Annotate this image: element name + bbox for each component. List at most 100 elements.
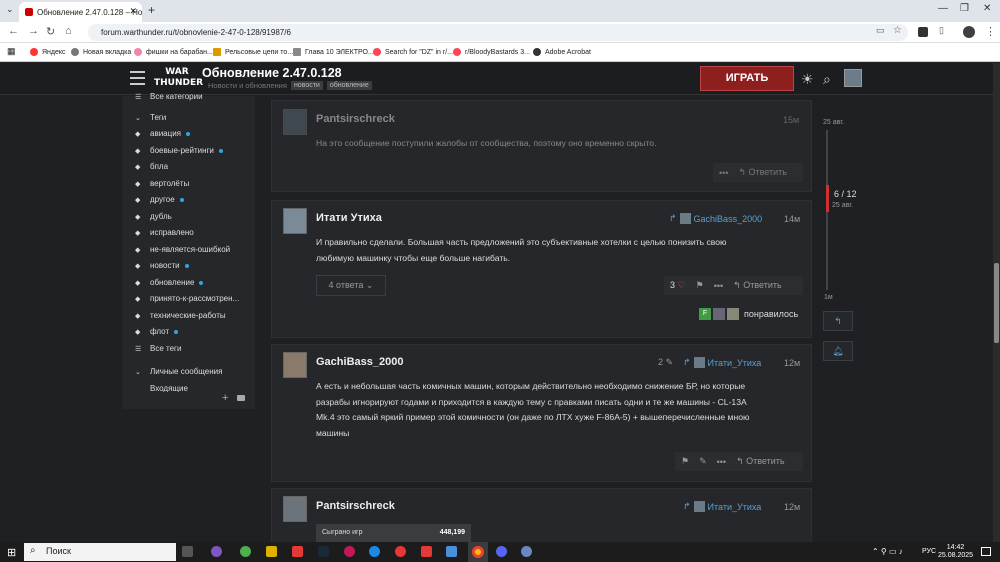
flag-icon[interactable]: ⚑	[696, 280, 704, 291]
sidebar-item-all-tags[interactable]: ☰ Все теги	[135, 344, 181, 353]
bookmark-item[interactable]: фишки на барабан...	[134, 48, 213, 56]
yandex-browser-icon[interactable]	[292, 546, 303, 557]
avatar[interactable]	[283, 208, 307, 234]
discord-icon[interactable]	[496, 546, 507, 557]
bookmark-star-icon[interactable]: ☆	[893, 25, 902, 36]
sidebar-section-tags[interactable]: ⌄ Теги	[135, 113, 166, 122]
file-explorer-icon[interactable]	[266, 546, 277, 557]
browser-menu-icon[interactable]: ⋮	[985, 25, 996, 38]
install-app-icon[interactable]: ▭	[876, 25, 885, 36]
maximize-icon[interactable]: ❐	[960, 3, 969, 14]
clock[interactable]: 14:42 25.08.2025	[938, 544, 973, 560]
war-thunder-logo[interactable]: WAR THUNDER	[154, 67, 203, 91]
app-icon[interactable]	[446, 546, 457, 557]
avatar[interactable]	[283, 496, 307, 522]
more-icon[interactable]: •••	[714, 281, 723, 291]
edit-icon[interactable]: ✎	[699, 456, 707, 467]
bookmark-item[interactable]: Новая вкладка	[71, 48, 131, 56]
back-to-top-icon[interactable]: ↰	[823, 311, 853, 331]
add-icon[interactable]: +	[222, 392, 228, 404]
user-avatar[interactable]	[844, 69, 862, 87]
back-icon[interactable]: ←	[8, 25, 19, 37]
topic-title[interactable]: Обновление 2.47.0.128	[202, 66, 342, 80]
sidebar-tag[interactable]: ◆ исправлено	[135, 228, 194, 237]
post-author[interactable]: Pantsirschreck	[316, 113, 395, 125]
app-icon[interactable]	[211, 546, 222, 557]
extension-icon[interactable]	[918, 27, 928, 37]
opera-gx-icon[interactable]	[395, 546, 406, 557]
notification-bell-icon[interactable]: 🔔︎	[823, 341, 853, 361]
new-tab-icon[interactable]: +	[148, 3, 155, 17]
post-time[interactable]: 14м	[784, 214, 800, 224]
side-panel-icon[interactable]: ▯	[939, 25, 944, 36]
reply-button[interactable]: ↰ Ответить	[736, 456, 785, 467]
notifications-icon[interactable]	[981, 547, 991, 556]
reply-button[interactable]: ↰ Ответить	[733, 280, 782, 291]
opera-icon[interactable]	[344, 546, 355, 557]
reply-button[interactable]: ↰ Ответить	[738, 167, 787, 178]
sidebar-tag[interactable]: ◆ технические-работы	[135, 311, 226, 320]
edit-history-button[interactable]: 2 ✎	[658, 357, 673, 368]
close-tab-icon[interactable]: ✕	[129, 6, 137, 17]
minimize-icon[interactable]: —	[938, 3, 948, 14]
sidebar-tag[interactable]: ◆ принято-к-рассмотрен...	[135, 294, 239, 303]
post-author[interactable]: Pantsirschreck	[316, 500, 395, 512]
sidebar-item-inbox[interactable]: Входящие	[150, 384, 188, 392]
post-author[interactable]: Итати Утиха	[316, 212, 382, 224]
post-time[interactable]: 12м	[784, 502, 800, 512]
more-icon[interactable]: •••	[719, 168, 728, 178]
chrome-icon[interactable]	[468, 542, 488, 562]
reply-to-link[interactable]: ↱ Итати_Утиха	[683, 501, 761, 512]
task-view-icon[interactable]	[182, 546, 193, 557]
sidebar-item-all-categories[interactable]: ☰ Все категории	[135, 92, 203, 101]
flag-icon[interactable]: ⚑	[681, 456, 689, 467]
sidebar-tag[interactable]: ◆ не-является-ошибкой	[135, 245, 230, 254]
timeline-last-time[interactable]: 1м	[824, 294, 833, 301]
keyboard-icon[interactable]	[237, 395, 245, 401]
theme-toggle-icon[interactable]: ☀	[801, 71, 814, 88]
sidebar-tag[interactable]: ◆ обновление	[135, 278, 204, 287]
bookmark-item[interactable]: Яндекс	[30, 48, 66, 56]
window-close-icon[interactable]: ✕	[983, 3, 991, 14]
bookmark-item[interactable]: Глава 10 ЭЛЕКТРО...	[293, 48, 374, 56]
start-icon[interactable]: ⊞	[7, 546, 16, 559]
profile-avatar[interactable]	[963, 26, 975, 38]
sidebar-tag[interactable]: ◆ дубль	[135, 212, 172, 221]
sidebar-tag[interactable]: ◆ боевые-рейтинги	[135, 146, 223, 155]
app-icon[interactable]	[521, 546, 532, 557]
url-input[interactable]: forum.warthunder.ru/t/obnovlenie-2-47-0-…	[88, 24, 908, 41]
post-author[interactable]: GachiBass_2000	[316, 356, 403, 368]
home-icon[interactable]: ⌂	[65, 25, 72, 37]
taskbar-search[interactable]: ⌕ Поиск	[24, 543, 176, 561]
tag-chip[interactable]: новости	[290, 81, 323, 90]
app-icon[interactable]	[240, 546, 251, 557]
apps-grid-icon[interactable]: ▦	[7, 46, 16, 57]
tray-icons[interactable]: ⌃ ⚲ ▭ ♪	[872, 547, 903, 556]
bookmark-item[interactable]: Adobe Acrobat	[533, 48, 591, 56]
reply-to-link[interactable]: ↱ Итати_Утиха	[683, 357, 761, 368]
reload-icon[interactable]: ↻	[46, 25, 55, 38]
edge-icon[interactable]	[369, 546, 380, 557]
tab-search-icon[interactable]: ⌄	[6, 4, 14, 15]
bookmark-item[interactable]: Search for "DZ" in r/...	[373, 48, 453, 56]
page-scrollbar[interactable]	[993, 63, 1000, 542]
sidebar-tag[interactable]: ◆ авиация	[135, 129, 190, 138]
timeline-date[interactable]: 25 авг.	[823, 119, 844, 126]
bookmark-item[interactable]: r/BloodyBastards 3...	[453, 48, 530, 56]
language-indicator[interactable]: РУС	[922, 548, 936, 555]
search-icon[interactable]: ⌕	[823, 71, 831, 88]
browser-tab[interactable]: Обновление 2.47.0.128 – Нов ✕	[19, 2, 142, 22]
category-link[interactable]: Новости и обновления	[208, 81, 287, 90]
liked-by[interactable]: F понравилось	[699, 308, 798, 320]
post-time[interactable]: 15м	[783, 115, 799, 125]
sidebar-tag[interactable]: ◆ вертолёты	[135, 179, 189, 188]
sidebar-tag[interactable]: ◆ флот	[135, 327, 179, 336]
avatar[interactable]	[283, 352, 307, 378]
bookmark-item[interactable]: Рельсовые цепи то...	[213, 48, 293, 56]
steam-icon[interactable]	[318, 546, 329, 557]
yandex-icon[interactable]	[421, 546, 432, 557]
show-replies-button[interactable]: 4 ответа ⌄	[316, 275, 386, 296]
sidebar-tag[interactable]: ◆ другое	[135, 195, 184, 204]
like-button[interactable]: 3 ♡	[670, 280, 686, 291]
more-icon[interactable]: •••	[717, 457, 726, 467]
